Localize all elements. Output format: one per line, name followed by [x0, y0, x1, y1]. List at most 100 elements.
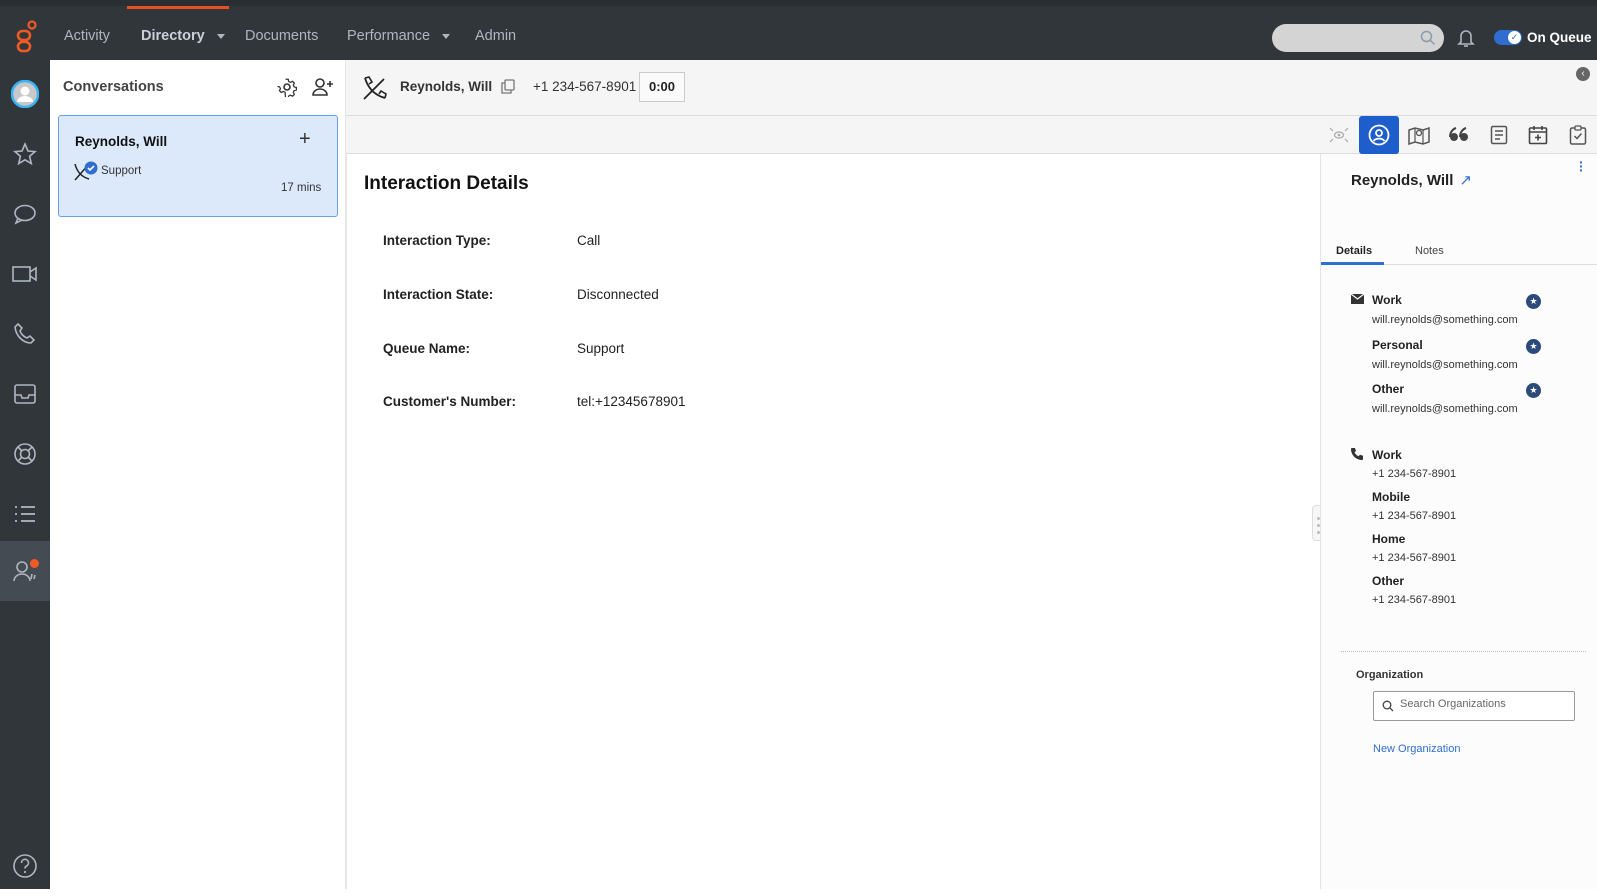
- monitor-icon: [1329, 127, 1349, 143]
- interaction-toolbar: [346, 116, 1597, 154]
- nav-directory[interactable]: Directory: [141, 28, 225, 44]
- nav-documents[interactable]: Documents: [245, 28, 318, 44]
- chevron-down-icon: [442, 33, 451, 39]
- conversation-card[interactable]: Reynolds, Will + Support 17 mins: [58, 115, 338, 217]
- phone-home-value[interactable]: +1 234-567-8901: [1372, 552, 1456, 564]
- contact-panel: · · · Reynolds, Will ↗ Details Notes Work w…: [1320, 154, 1597, 889]
- organization-search[interactable]: [1373, 691, 1575, 721]
- email-work-label: Work: [1372, 293, 1402, 307]
- top-navigation-bar: Activity Directory Documents Performance…: [0, 0, 1597, 60]
- tab-details[interactable]: Details: [1336, 245, 1372, 257]
- phone-icon: [14, 322, 36, 344]
- envelope-icon: [1351, 294, 1364, 304]
- video-icon: [12, 266, 37, 282]
- plus-icon[interactable]: +: [299, 128, 311, 151]
- search-icon: [1420, 30, 1436, 46]
- tab-notes[interactable]: Notes: [1415, 245, 1444, 257]
- contact-name: Reynolds, Will ↗: [1351, 171, 1472, 189]
- rail-help[interactable]: [0, 836, 50, 896]
- email-other-label: Other: [1372, 382, 1405, 396]
- phone-mobile-label: Mobile: [1372, 490, 1410, 504]
- rail-list[interactable]: [0, 484, 50, 544]
- check-icon: ✓: [1508, 31, 1521, 44]
- new-organization-link[interactable]: New Organization: [1373, 743, 1460, 755]
- email-other-value[interactable]: will.reynolds@something.com: [1372, 403, 1518, 415]
- interaction-details-panel: Interaction Details Interaction Type: Ca…: [346, 154, 1320, 889]
- customer-number-label: Customer's Number:: [383, 394, 516, 409]
- chevron-down-icon: [216, 33, 225, 39]
- email-work-value[interactable]: will.reynolds@something.com: [1372, 314, 1518, 326]
- phone-icon: [1351, 448, 1363, 460]
- rail-chat[interactable]: [0, 184, 50, 244]
- rail-inbox[interactable]: [0, 364, 50, 424]
- rail-support[interactable]: [0, 424, 50, 484]
- interaction-type-label: Interaction Type:: [383, 233, 491, 248]
- contact-button[interactable]: [1359, 116, 1399, 154]
- nav-label: Activity: [64, 28, 110, 44]
- nav-label: Performance: [347, 28, 431, 44]
- interaction-state-value: Disconnected: [577, 287, 659, 302]
- wrapup-button[interactable]: [1558, 116, 1597, 154]
- contact-icon: [1368, 124, 1390, 146]
- on-queue-toggle[interactable]: ✓: [1494, 30, 1522, 45]
- disconnected-call-icon: [74, 161, 98, 181]
- call-timer: 0:00: [639, 72, 685, 102]
- journey-map-icon: [1408, 126, 1430, 145]
- email-personal-label: Personal: [1372, 338, 1423, 352]
- more-options-icon[interactable]: · · ·: [1579, 155, 1584, 177]
- queue-name-value: Support: [577, 341, 625, 356]
- phone-work-value[interactable]: +1 234-567-8901: [1372, 468, 1456, 480]
- nav-label: Directory: [141, 28, 205, 44]
- star-icon[interactable]: ★: [1526, 383, 1541, 398]
- copy-icon[interactable]: [501, 79, 515, 94]
- rail-video[interactable]: [0, 244, 50, 304]
- script-icon: [1490, 125, 1508, 145]
- gear-icon[interactable]: [277, 77, 297, 97]
- nav-admin[interactable]: Admin: [475, 28, 516, 44]
- active-tab-indicator: [1321, 262, 1384, 265]
- phone-other-value[interactable]: +1 234-567-8901: [1372, 594, 1456, 606]
- nav-performance[interactable]: Performance: [347, 28, 451, 44]
- lifebuoy-icon: [14, 443, 36, 465]
- conversation-queue: Support: [101, 165, 142, 177]
- quote-button[interactable]: [1439, 116, 1479, 154]
- star-icon[interactable]: ★: [1526, 339, 1541, 354]
- help-icon: [13, 854, 37, 878]
- monitor-button[interactable]: [1319, 116, 1359, 154]
- left-rail: [0, 60, 50, 889]
- rail-people[interactable]: [0, 541, 50, 601]
- organization-label: Organization: [1356, 669, 1424, 681]
- contact-name-text: Reynolds, Will: [1351, 172, 1454, 189]
- nav-activity[interactable]: Activity: [64, 28, 110, 44]
- section-divider: [1341, 651, 1586, 652]
- phone-mobile-value[interactable]: +1 234-567-8901: [1372, 510, 1456, 522]
- bell-icon[interactable]: [1457, 28, 1475, 48]
- call-header: Reynolds, Will +1 234-567-8901 0:00 ‹: [346, 60, 1597, 116]
- on-queue-label: On Queue: [1527, 30, 1592, 45]
- add-participant-icon[interactable]: [312, 77, 334, 97]
- external-link-icon[interactable]: ↗: [1459, 172, 1472, 189]
- journey-map-button[interactable]: [1399, 116, 1439, 154]
- quote-icon: [1449, 127, 1468, 141]
- list-icon: [15, 506, 35, 522]
- schedule-button[interactable]: [1518, 116, 1558, 154]
- rail-profile[interactable]: [0, 64, 50, 124]
- interaction-state-label: Interaction State:: [383, 287, 494, 302]
- rail-favorites[interactable]: [0, 124, 50, 184]
- wrapup-icon: [1569, 125, 1587, 145]
- genesys-logo: [16, 20, 37, 53]
- phone-work-label: Work: [1372, 448, 1402, 462]
- organization-search-input[interactable]: [1400, 698, 1570, 710]
- conversations-title: Conversations: [63, 79, 164, 95]
- star-icon[interactable]: ★: [1526, 294, 1541, 309]
- search-icon: [1382, 700, 1394, 712]
- script-button[interactable]: [1479, 116, 1519, 154]
- collapse-panel-button[interactable]: ‹: [1576, 67, 1590, 81]
- chat-icon: [14, 204, 36, 225]
- phone-other-label: Other: [1372, 574, 1405, 588]
- caller-number: +1 234-567-8901: [533, 79, 637, 94]
- conversation-duration: 17 mins: [281, 182, 322, 194]
- global-search-input[interactable]: [1272, 24, 1444, 52]
- email-personal-value[interactable]: will.reynolds@something.com: [1372, 359, 1518, 371]
- rail-phone[interactable]: [0, 304, 50, 364]
